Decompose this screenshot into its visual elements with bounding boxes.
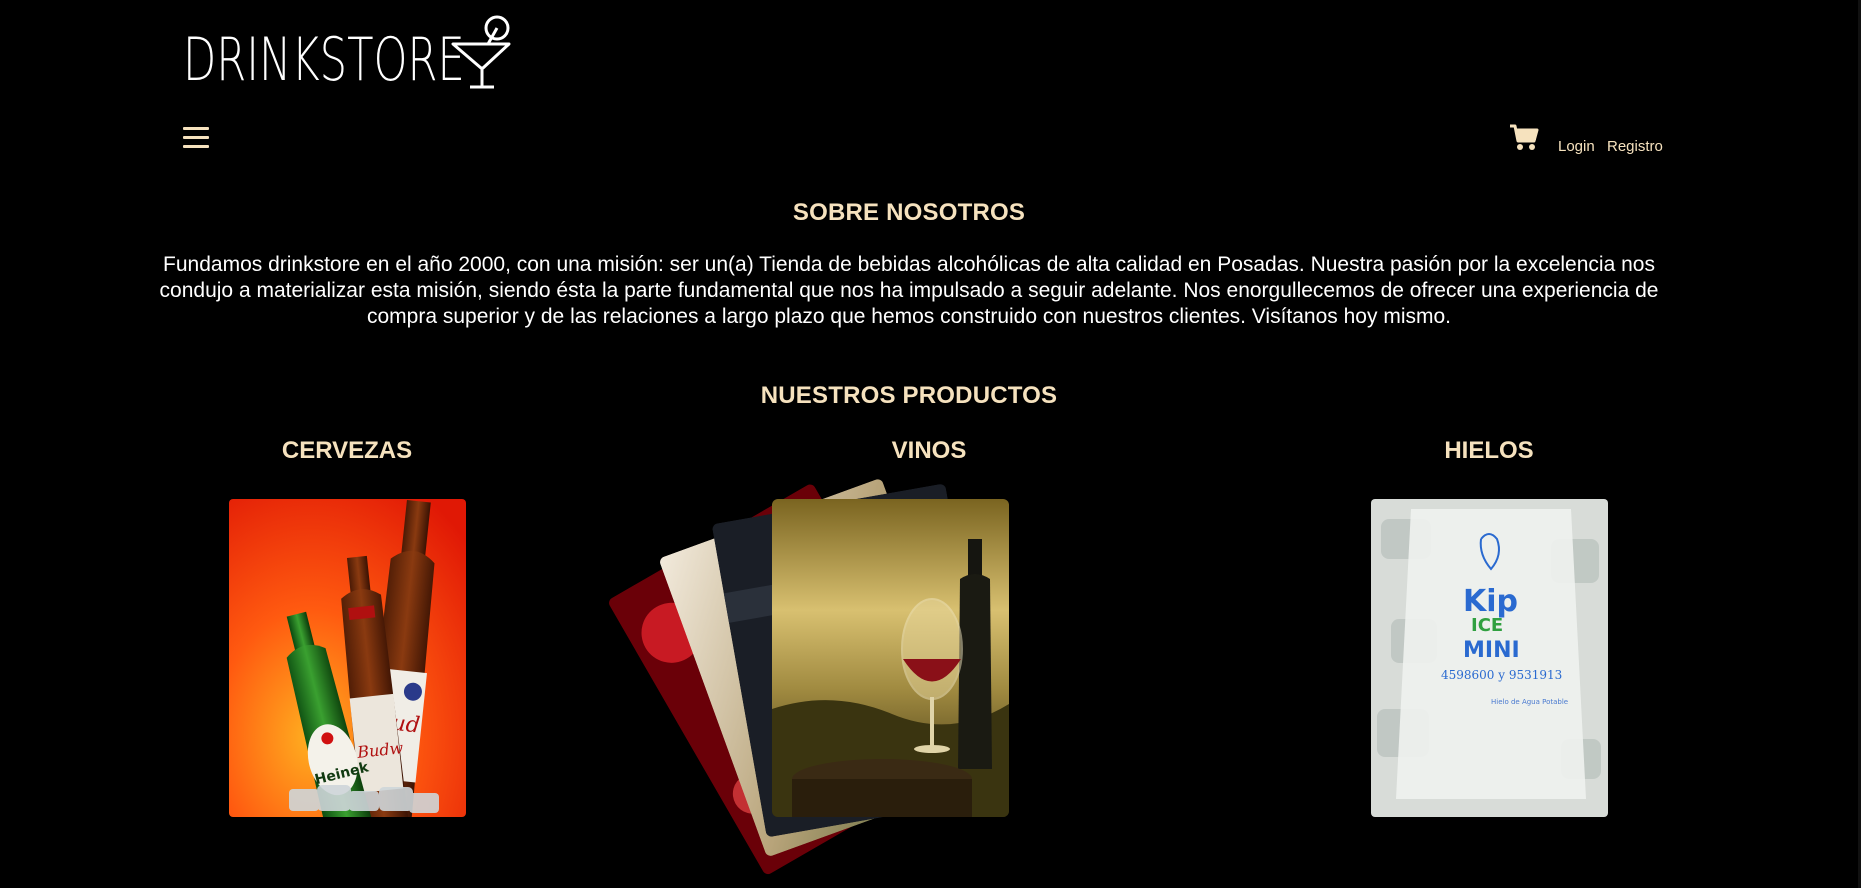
- shopping-cart-icon[interactable]: [1509, 123, 1539, 156]
- brand-name: DRINKSTORE: [183, 25, 465, 95]
- login-link[interactable]: Login: [1558, 138, 1595, 155]
- category-title-cervezas: CERVEZAS: [281, 437, 413, 464]
- about-title: SOBRE NOSOTROS: [792, 199, 1026, 226]
- products-title: NUESTROS PRODUCTOS: [760, 382, 1058, 409]
- svg-text:MINI: MINI: [1463, 638, 1520, 663]
- menu-bar: [183, 127, 209, 130]
- about-text: Fundamos drinkstore en el año 2000, con …: [159, 253, 1659, 328]
- svg-text:ICE: ICE: [1471, 615, 1503, 636]
- category-title-hielos: HIELOS: [1444, 437, 1534, 464]
- menu-bar: [183, 136, 209, 139]
- svg-text:Hielo de Agua Potable: Hielo de Agua Potable: [1491, 698, 1568, 706]
- beer-product-image[interactable]: Bud Budw Heinek: [229, 499, 466, 817]
- page: DRINKSTORE Login Registro SOBRE NOSOTROS…: [0, 0, 1861, 888]
- ice-product-image[interactable]: Kip ICE MINI 4598600 y 9531913 Hielo de …: [1371, 499, 1608, 817]
- brand-logo[interactable]: DRINKSTORE: [183, 14, 512, 92]
- svg-text:Kip: Kip: [1463, 584, 1518, 619]
- hamburger-menu-icon[interactable]: [183, 127, 209, 153]
- menu-bar: [183, 145, 209, 148]
- wine-image-bottle-glass: [772, 499, 1009, 817]
- wine-product-gallery[interactable]: [600, 455, 1120, 877]
- svg-text:4598600 y 9531913: 4598600 y 9531913: [1441, 668, 1562, 682]
- register-link[interactable]: Registro: [1607, 138, 1663, 155]
